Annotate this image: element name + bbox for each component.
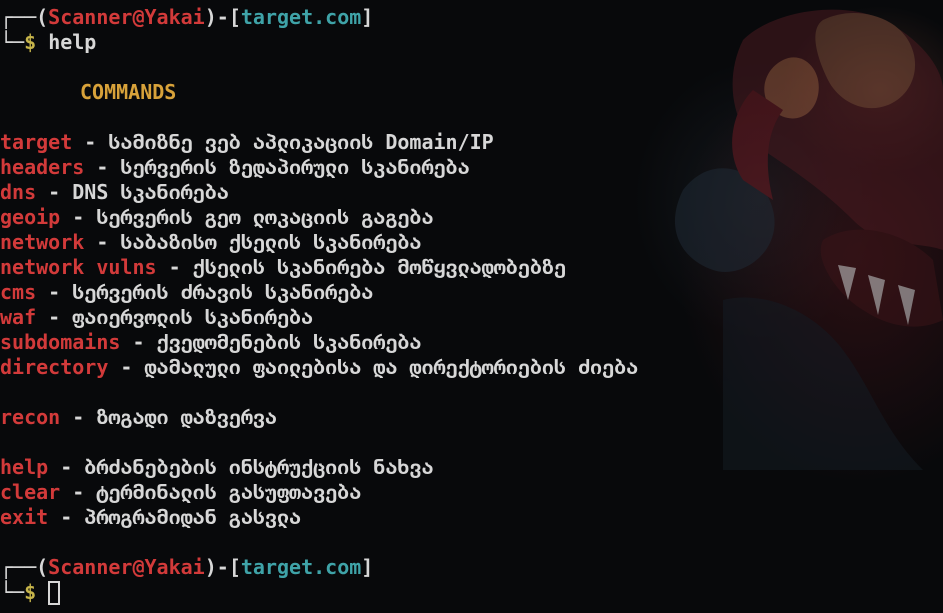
command-description: ზოგადი დაზვერვა <box>96 405 277 429</box>
prompt-user: Scanner <box>48 5 133 29</box>
command-description: დამალული ფაილებისა და დირექტორიების ძიებ… <box>144 355 639 379</box>
command-description: საბაზისო ქსელის სკანირება <box>120 230 422 254</box>
prompt2-user: Scanner <box>48 555 133 579</box>
command-row: network - საბაზისო ქსელის სკანირება <box>0 230 421 255</box>
command-name: dns <box>0 180 37 204</box>
command-name: recon <box>0 405 61 429</box>
prompt-sq-open: [ <box>228 5 241 29</box>
command-description: ქსელის სკანირება მოწყვლადობებზე <box>192 255 566 279</box>
command-description: DNS სკანირება <box>72 180 229 204</box>
command-description: ქვედომენების სკანირება <box>156 330 422 354</box>
command-description: ფაიერვოლის სკანირება <box>72 305 314 329</box>
prompt-sq-close: ] <box>361 5 374 29</box>
command-separator: - <box>84 230 121 254</box>
command-description: სამიზნე ვებ აპლიკაციის Domain/IP <box>108 130 494 154</box>
command-separator: - <box>36 305 73 329</box>
prompt-line-bottom: └─$ help <box>0 30 96 55</box>
command-row: network vulns - ქსელის სკანირება მოწყვლა… <box>0 255 566 280</box>
command-row: help - ბრძანებების ინსტრუქციის ნახვა <box>0 455 434 480</box>
command-name: clear <box>0 480 61 504</box>
prompt2-paren-close: ) <box>204 555 217 579</box>
command-row: dns - DNS სკანირება <box>0 180 229 205</box>
command-separator: - <box>60 205 97 229</box>
terminal[interactable]: ┌──(Scanner@Yakai)-[target.com] └─$ help… <box>0 0 943 613</box>
command-row: recon - ზოგადი დაზვერვა <box>0 405 277 430</box>
command-description: ტერმინალის გასუფთავება <box>96 480 362 504</box>
prompt2-paren-open: ( <box>36 555 49 579</box>
command-row: geoip - სერვერის გეო ლოკაციის გაგება <box>0 205 434 230</box>
command-name: exit <box>0 505 49 529</box>
prompt-dash: - <box>216 5 229 29</box>
command-name: cms <box>0 280 37 304</box>
prompt2-host: Yakai <box>144 555 205 579</box>
command-separator: - <box>36 180 73 204</box>
command-row: headers - სერვერის ზედაპირული სკანირება <box>0 155 470 180</box>
command-row: clear - ტერმინალის გასუფთავება <box>0 480 361 505</box>
command-name: network <box>0 230 85 254</box>
prompt-bracket-bottom: └─ <box>0 30 25 54</box>
prompt2-bracket-bottom: └─ <box>0 580 25 604</box>
heading-text: COMMANDS <box>80 80 177 104</box>
command-row: waf - ფაიერვოლის სკანირება <box>0 305 313 330</box>
command-name: target <box>0 130 73 154</box>
prompt-paren-close: ) <box>204 5 217 29</box>
command-name: directory <box>0 355 109 379</box>
command-row: target - სამიზნე ვებ აპლიკაციის Domain/I… <box>0 130 494 155</box>
prompt2-line-top: ┌──(Scanner@Yakai)-[target.com] <box>0 555 373 580</box>
command-name: network vulns <box>0 255 157 279</box>
command-name: help <box>0 455 49 479</box>
commands-heading: COMMANDS <box>80 80 176 105</box>
command-name: waf <box>0 305 37 329</box>
prompt-dollar: $ <box>24 30 37 54</box>
command-row: subdomains - ქვედომენების სკანირება <box>0 330 421 355</box>
command-row: directory - დამალული ფაილებისა და დირექტ… <box>0 355 638 380</box>
prompt-host: Yakai <box>144 5 205 29</box>
command-name: subdomains <box>0 330 121 354</box>
command-description: პროგრამიდან გასვლა <box>84 505 302 529</box>
command-row: exit - პროგრამიდან გასვლა <box>0 505 301 530</box>
prompt2-sq-open: [ <box>228 555 241 579</box>
command-description: სერვერის გეო ლოკაციის გაგება <box>96 205 434 229</box>
prompt2-dollar: $ <box>24 580 37 604</box>
prompt2-dash: - <box>216 555 229 579</box>
command-separator: - <box>108 355 145 379</box>
command-description: სერვერის ძრავის სკანირება <box>72 280 374 304</box>
command-separator: - <box>120 330 157 354</box>
entered-command: help <box>48 30 97 54</box>
prompt-target: target.com <box>240 5 362 29</box>
command-separator: - <box>60 405 97 429</box>
command-description: ბრძანებების ინსტრუქციის ნახვა <box>84 455 434 479</box>
command-separator: - <box>36 280 73 304</box>
command-separator: - <box>48 455 85 479</box>
prompt-line-top: ┌──(Scanner@Yakai)-[target.com] <box>0 5 373 30</box>
command-row: cms - სერვერის ძრავის სკანირება <box>0 280 373 305</box>
command-description: სერვერის ზედაპირული სკანირება <box>120 155 470 179</box>
prompt2-bracket-top: ┌── <box>0 555 37 579</box>
terminal-cursor[interactable] <box>48 581 61 605</box>
command-name: geoip <box>0 205 61 229</box>
prompt2-sq-close: ] <box>361 555 374 579</box>
prompt2-line-bottom: └─$ <box>0 580 61 605</box>
prompt2-target: target.com <box>240 555 362 579</box>
command-separator: - <box>72 130 109 154</box>
prompt2-at: @ <box>132 555 145 579</box>
prompt-at: @ <box>132 5 145 29</box>
command-separator: - <box>60 480 97 504</box>
command-separator: - <box>156 255 193 279</box>
prompt-paren-open: ( <box>36 5 49 29</box>
command-separator: - <box>48 505 85 529</box>
command-name: headers <box>0 155 85 179</box>
prompt-bracket-top: ┌── <box>0 5 37 29</box>
command-separator: - <box>84 155 121 179</box>
